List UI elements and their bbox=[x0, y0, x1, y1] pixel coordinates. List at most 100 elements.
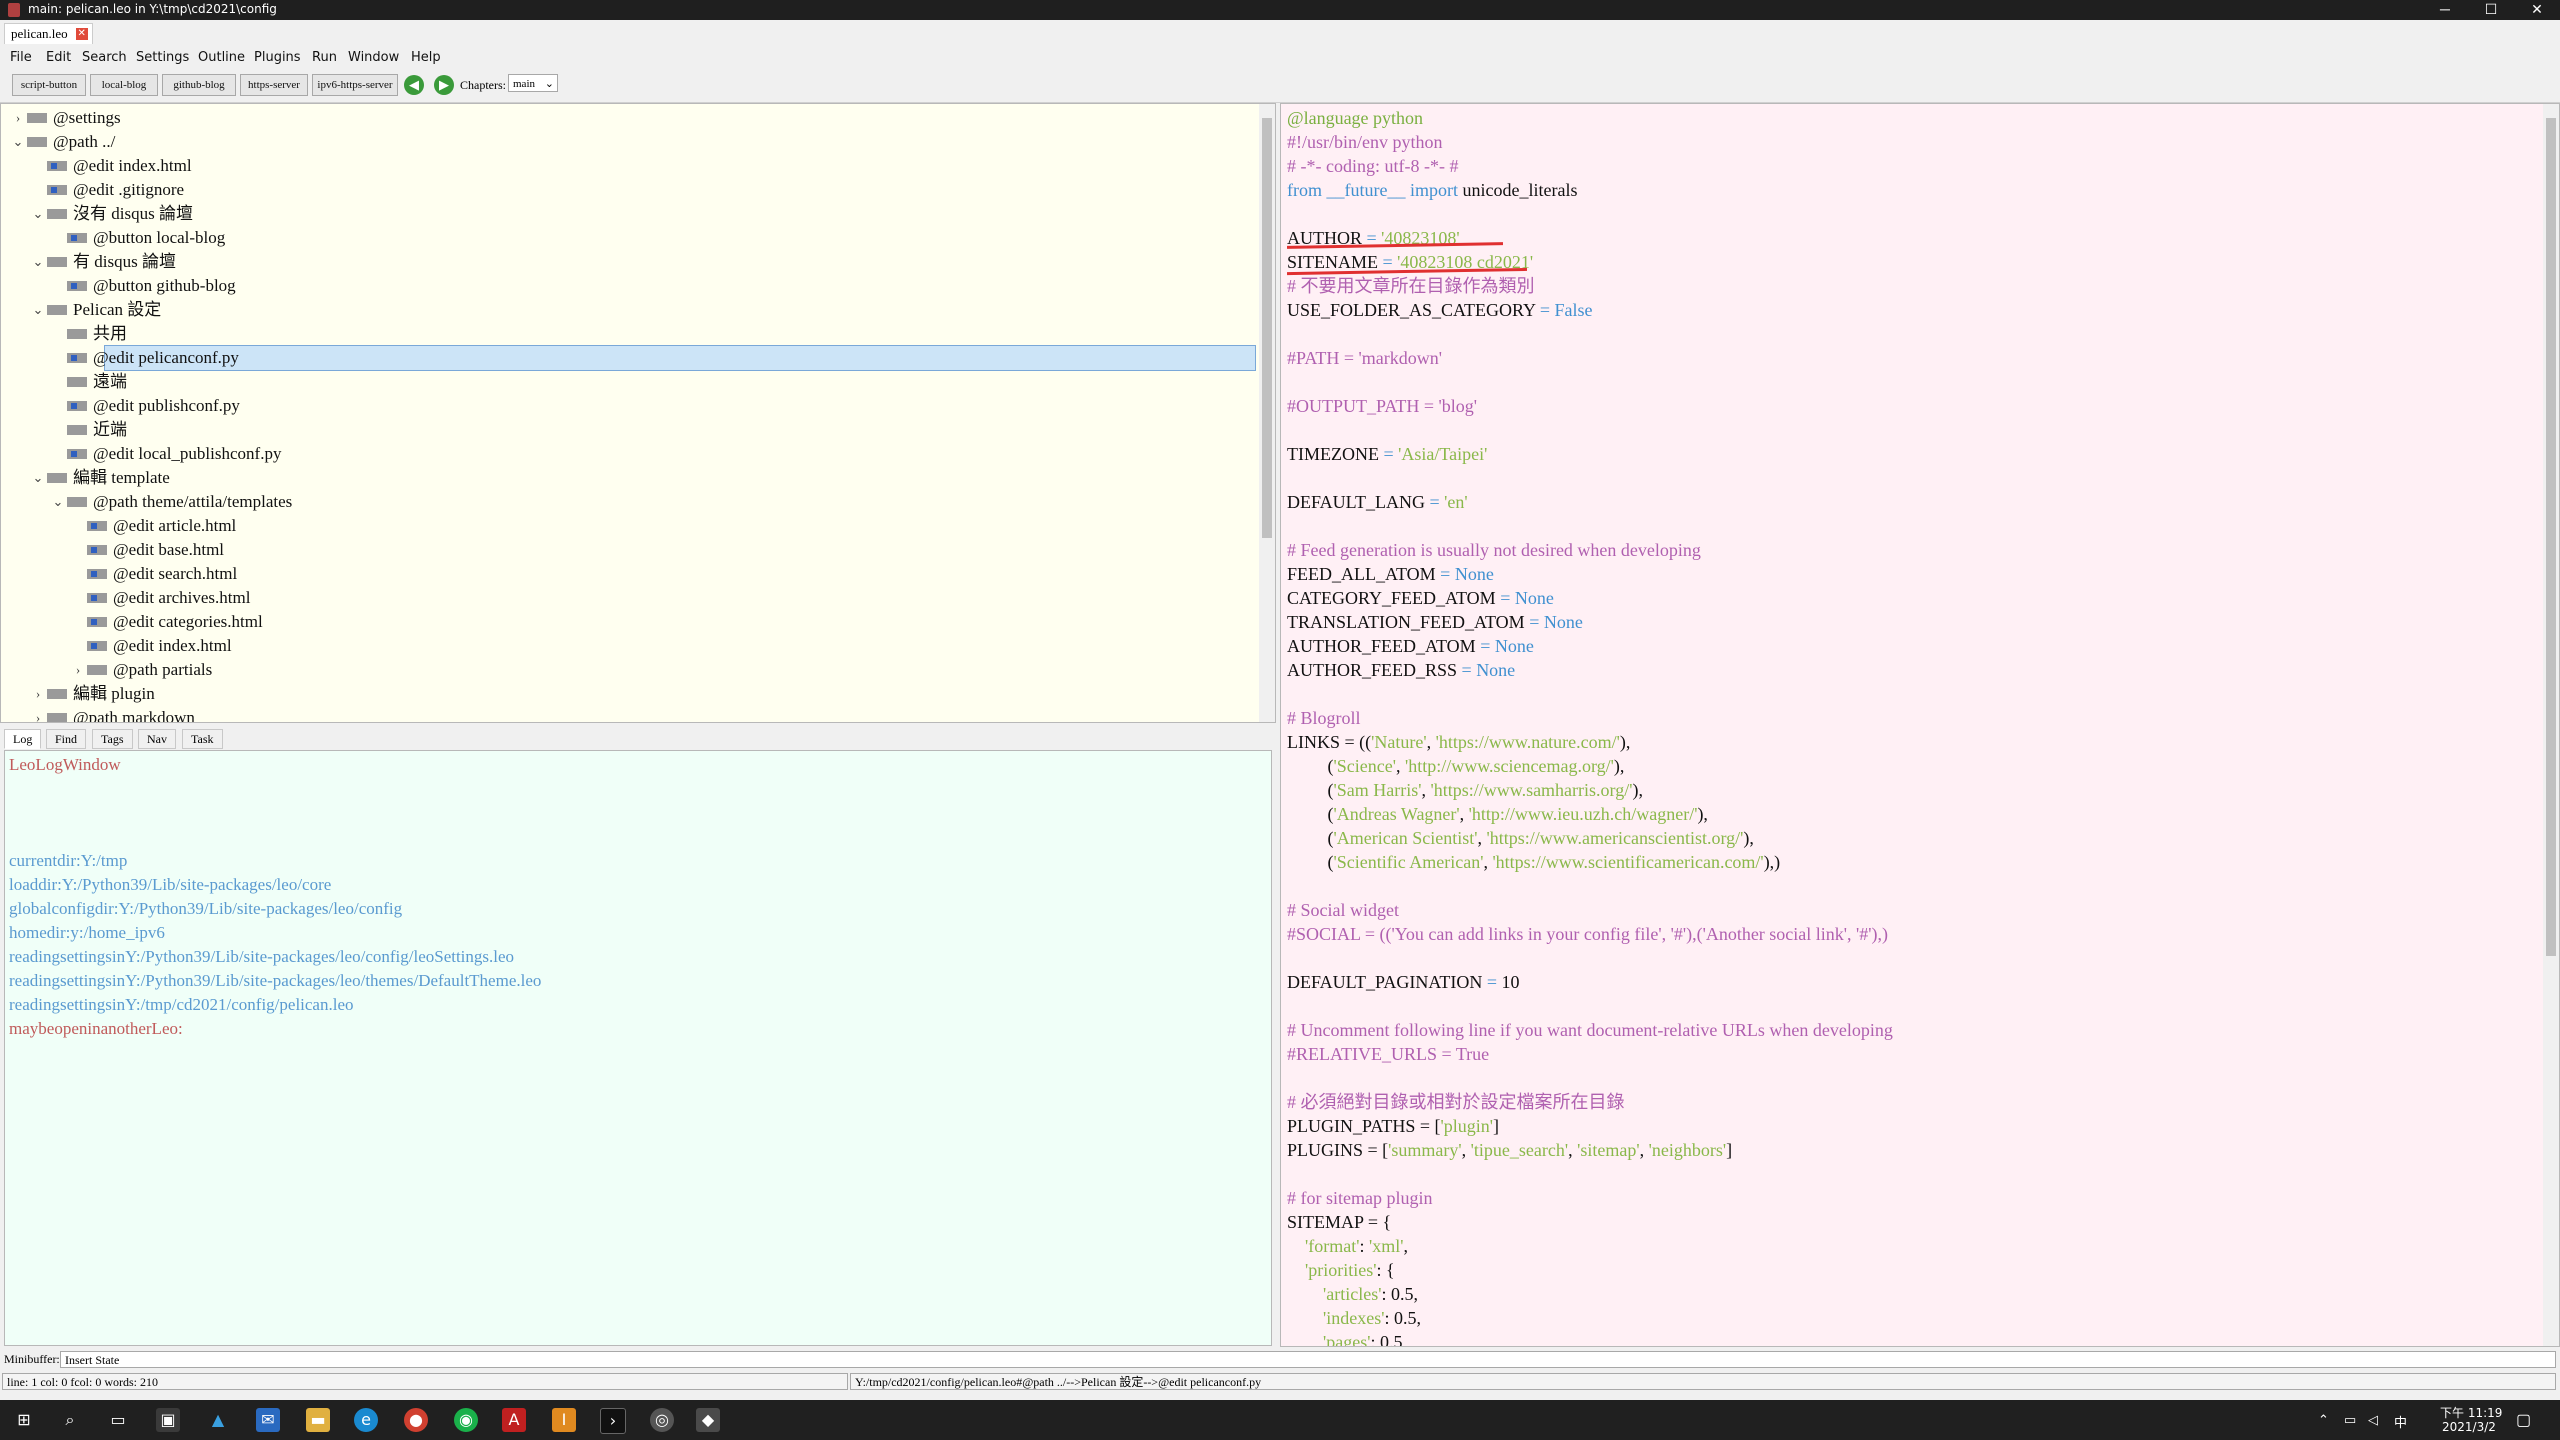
menu-help[interactable]: Help bbox=[411, 50, 441, 65]
windows-start-icon[interactable]: ⊞ bbox=[12, 1408, 36, 1432]
outline-node[interactable]: @edit index.html bbox=[31, 154, 1249, 178]
log-pane[interactable]: LeoLogWindow currentdir:Y:/tmp loaddir:Y:/… bbox=[4, 750, 1272, 1346]
menu-search[interactable]: Search bbox=[82, 50, 127, 65]
clock-time[interactable]: 下午 11:19 bbox=[2440, 1404, 2502, 1421]
outline-node[interactable]: @edit .gitignore bbox=[31, 178, 1249, 202]
outline-node[interactable]: ⌄ @path ../ bbox=[11, 130, 1249, 154]
menu-file[interactable]: File bbox=[10, 50, 32, 65]
minibuffer-input[interactable]: Insert State bbox=[60, 1351, 2556, 1368]
chrome-icon[interactable]: ● bbox=[404, 1408, 428, 1432]
ime-icon[interactable]: 中 bbox=[2394, 1412, 2407, 1431]
outline-node[interactable]: ⌄ Pelican 設定 bbox=[31, 298, 1249, 322]
outline-node[interactable]: › @settings bbox=[11, 106, 1249, 130]
outline-node[interactable]: @edit publishconf.py bbox=[51, 394, 1249, 418]
chapters-select[interactable]: main ⌄ bbox=[508, 74, 558, 92]
terminal-icon[interactable]: › bbox=[600, 1408, 626, 1434]
outline-node[interactable]: › @path markdown bbox=[31, 706, 1249, 722]
ipv6-https-server-button[interactable]: ipv6-https-server bbox=[312, 74, 398, 96]
minimize-button[interactable]: ─ bbox=[2422, 0, 2468, 20]
chevron-down-icon[interactable]: ⌄ bbox=[11, 130, 25, 154]
clock-date[interactable]: 2021/3/2 bbox=[2442, 1420, 2496, 1434]
back-arrow-icon[interactable]: ◀ bbox=[404, 75, 424, 95]
outline-node[interactable]: ⌄ 編輯 template bbox=[31, 466, 1249, 490]
tab-find[interactable]: Find bbox=[46, 729, 87, 749]
tab-nav[interactable]: Nav bbox=[138, 729, 176, 749]
outline-node[interactable]: › @path partials bbox=[71, 658, 1249, 682]
outline-node[interactable]: 遠端 bbox=[51, 370, 1249, 394]
code-token: None bbox=[1454, 564, 1494, 584]
leo-taskbar-icon[interactable]: ◆ bbox=[696, 1408, 720, 1432]
outline-node[interactable]: @button github-blog bbox=[51, 274, 1249, 298]
network-icon[interactable]: ▭ bbox=[2344, 1412, 2356, 1428]
code-line: #RELATIVE_URLS = True bbox=[1287, 1042, 1489, 1066]
menu-outline[interactable]: Outline bbox=[198, 50, 245, 65]
outline-node[interactable]: 近端 bbox=[51, 418, 1249, 442]
body-editor[interactable]: @language python #!/usr/bin/env python # -… bbox=[1280, 103, 2560, 1347]
body-scrollbar[interactable] bbox=[2543, 104, 2559, 1346]
menu-window[interactable]: Window bbox=[348, 50, 399, 65]
outline-node[interactable]: 共用 bbox=[51, 322, 1249, 346]
notification-icon[interactable]: ▢ bbox=[2516, 1410, 2531, 1430]
forward-arrow-icon[interactable]: ▶ bbox=[434, 75, 454, 95]
menu-settings[interactable]: Settings bbox=[136, 50, 189, 65]
code-line: #OUTPUT_PATH = 'blog' bbox=[1287, 394, 1477, 418]
close-tab-icon[interactable]: ✕ bbox=[75, 28, 88, 40]
task-view-icon[interactable]: ▭ bbox=[106, 1408, 130, 1432]
chevron-right-icon[interactable]: › bbox=[11, 106, 25, 130]
outline-node[interactable]: ⌄ 沒有 disqus 論壇 bbox=[31, 202, 1249, 226]
menu-run[interactable]: Run bbox=[312, 50, 337, 65]
outline-node[interactable]: @edit search.html bbox=[71, 562, 1249, 586]
maximize-button[interactable]: ☐ bbox=[2468, 0, 2514, 20]
outline-node-label: @edit base.html bbox=[113, 540, 225, 559]
node-icon bbox=[87, 545, 107, 555]
sublime-icon[interactable]: I bbox=[552, 1408, 576, 1432]
globe-icon[interactable]: ◎ bbox=[650, 1408, 674, 1432]
store-icon[interactable]: ▣ bbox=[156, 1408, 180, 1432]
outline-node[interactable]: @edit base.html bbox=[71, 538, 1249, 562]
chevron-down-icon[interactable]: ⌄ bbox=[31, 250, 45, 274]
acrobat-icon[interactable]: A bbox=[502, 1408, 526, 1432]
local-blog-button[interactable]: local-blog bbox=[90, 74, 158, 96]
code-token: 'https://www.nature.com/' bbox=[1435, 732, 1620, 752]
outline-node[interactable]: @edit index.html bbox=[71, 634, 1249, 658]
outline-node[interactable]: @button local-blog bbox=[51, 226, 1249, 250]
outline-node[interactable]: @edit article.html bbox=[71, 514, 1249, 538]
volume-icon[interactable]: ◁ bbox=[2368, 1412, 2378, 1428]
chevron-down-icon[interactable]: ⌄ bbox=[31, 202, 45, 226]
outline-node-label: @edit search.html bbox=[113, 564, 238, 583]
file-tab[interactable]: pelican.leo ✕ bbox=[4, 23, 93, 44]
outline-scroll-thumb[interactable] bbox=[1262, 118, 1272, 538]
outline-pane[interactable]: › @settings ⌄ @path ../ @edit index.html @edi… bbox=[0, 103, 1276, 723]
tab-log[interactable]: Log bbox=[4, 729, 42, 749]
tab-tags[interactable]: Tags bbox=[92, 729, 133, 749]
azure-icon[interactable]: ▲ bbox=[206, 1408, 230, 1432]
search-icon[interactable]: ⌕ bbox=[58, 1408, 82, 1432]
edge-icon[interactable]: e bbox=[354, 1408, 378, 1432]
outline-scrollbar[interactable] bbox=[1259, 104, 1275, 722]
chevron-right-icon[interactable]: › bbox=[71, 658, 85, 682]
https-server-button[interactable]: https-server bbox=[240, 74, 308, 96]
github-blog-button[interactable]: github-blog bbox=[162, 74, 236, 96]
outline-node[interactable]: ⌄ @path theme/attila/templates bbox=[51, 490, 1249, 514]
outline-node[interactable]: @edit archives.html bbox=[71, 586, 1249, 610]
chevron-right-icon[interactable]: › bbox=[31, 706, 45, 722]
menu-plugins[interactable]: Plugins bbox=[254, 50, 301, 65]
outline-node[interactable]: @edit pelicanconf.py bbox=[67, 345, 1256, 371]
outline-node[interactable]: › 編輯 plugin bbox=[31, 682, 1249, 706]
outline-node[interactable]: @edit local_publishconf.py bbox=[51, 442, 1249, 466]
tab-task[interactable]: Task bbox=[182, 729, 223, 749]
script-button[interactable]: script-button bbox=[12, 74, 86, 96]
line-icon[interactable]: ◉ bbox=[454, 1408, 478, 1432]
tray-chevron-icon[interactable]: ⌃ bbox=[2318, 1412, 2329, 1428]
menu-edit[interactable]: Edit bbox=[46, 50, 71, 65]
chevron-down-icon[interactable]: ⌄ bbox=[51, 490, 65, 514]
chevron-down-icon[interactable]: ⌄ bbox=[31, 298, 45, 322]
outline-node[interactable]: @edit categories.html bbox=[71, 610, 1249, 634]
outline-node[interactable]: ⌄ 有 disqus 論壇 bbox=[31, 250, 1249, 274]
body-scroll-thumb[interactable] bbox=[2546, 118, 2556, 956]
chevron-down-icon[interactable]: ⌄ bbox=[31, 466, 45, 490]
close-button[interactable]: ✕ bbox=[2514, 0, 2560, 20]
chevron-right-icon[interactable]: › bbox=[31, 682, 45, 706]
mail-icon[interactable]: ✉ bbox=[256, 1408, 280, 1432]
folder-icon[interactable]: ▬ bbox=[306, 1408, 330, 1432]
